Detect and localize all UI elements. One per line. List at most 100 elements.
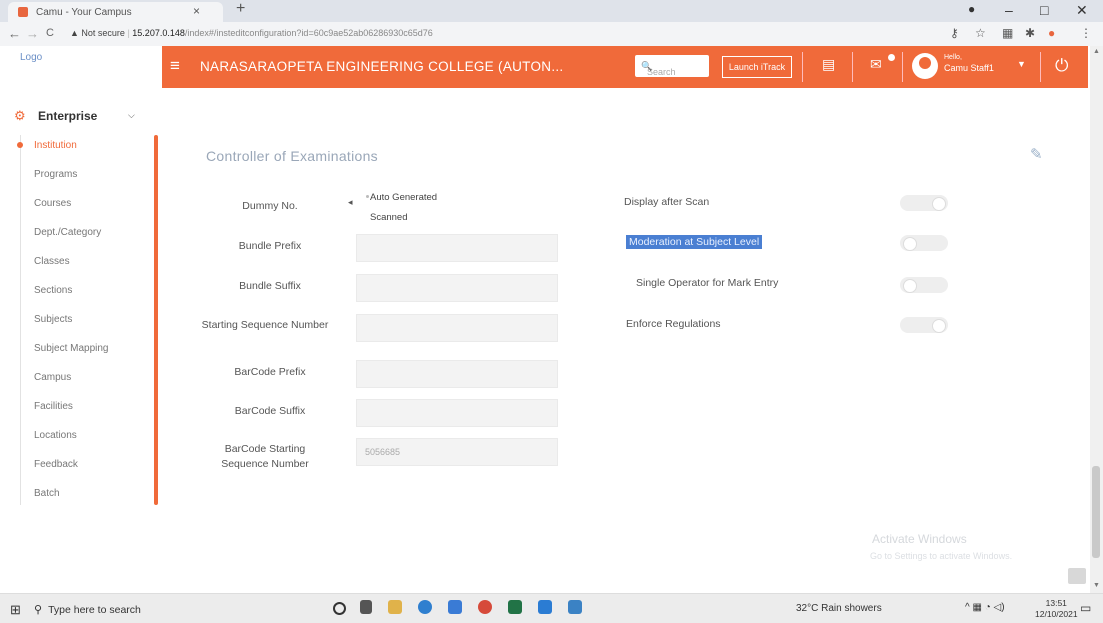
mail-icon[interactable]: ✉ bbox=[870, 56, 882, 73]
dummy-no-label: Dummy No. bbox=[242, 200, 298, 212]
profile-icon[interactable]: ● bbox=[968, 2, 975, 16]
windows-start-icon[interactable]: ⊞ bbox=[10, 602, 21, 618]
launch-itrack-button[interactable]: Launch iTrack bbox=[722, 56, 792, 78]
notifications-icon[interactable]: ▭ bbox=[1080, 601, 1091, 615]
hamburger-menu-icon[interactable]: ≡ bbox=[170, 56, 180, 76]
browser-tab[interactable]: Camu - Your Campus × bbox=[8, 2, 223, 22]
excel-icon[interactable] bbox=[508, 600, 522, 614]
reload-button[interactable]: C bbox=[46, 27, 54, 39]
security-indicator[interactable]: ▲ Not secure bbox=[70, 28, 125, 38]
close-window-button[interactable]: ✕ bbox=[1076, 2, 1088, 19]
moderation-subject-level-label: Moderation at Subject Level bbox=[626, 235, 763, 249]
puzzle-icon[interactable]: ✱ bbox=[1025, 26, 1035, 40]
app-icon[interactable] bbox=[538, 600, 552, 614]
user-name[interactable]: Camu Staff1 bbox=[944, 63, 994, 73]
radio-auto-generated[interactable] bbox=[366, 195, 369, 198]
bundle-prefix-label: Bundle Prefix bbox=[238, 240, 302, 252]
sidebar-item-classes[interactable]: Classes bbox=[34, 256, 70, 267]
extension-icon[interactable]: ▦ bbox=[1002, 26, 1013, 40]
sidebar-item-subject-mapping[interactable]: Subject Mapping bbox=[34, 343, 109, 354]
address-bar-row: ← → C ▲ Not secure | 15.207.0.148/index#… bbox=[0, 22, 1103, 46]
new-tab-button[interactable]: + bbox=[236, 0, 245, 18]
maximize-button[interactable]: □ bbox=[1040, 2, 1048, 18]
scroll-up-icon[interactable]: ▲ bbox=[1093, 48, 1100, 55]
more-menu-icon[interactable]: ⋮ bbox=[1080, 26, 1092, 40]
greeting: Hello, bbox=[944, 54, 962, 61]
toggle-knob bbox=[932, 197, 946, 211]
favicon-icon bbox=[18, 7, 28, 17]
url-field[interactable]: ▲ Not secure | 15.207.0.148/index#/inste… bbox=[70, 28, 433, 38]
display-after-scan-label: Display after Scan bbox=[624, 196, 710, 208]
back-button[interactable]: ← bbox=[8, 26, 21, 41]
barcode-starting-sequence-number-input[interactable]: 5056685 bbox=[356, 438, 558, 466]
moderation-subject-level-toggle[interactable] bbox=[900, 235, 948, 251]
option-auto-generated[interactable]: Auto Generated bbox=[370, 192, 437, 203]
sidebar-item-locations[interactable]: Locations bbox=[34, 430, 77, 441]
system-tray-icons[interactable]: ^ ▦ ◔ ◁) bbox=[965, 602, 1005, 613]
bundle-suffix-label: Bundle Suffix bbox=[239, 280, 301, 292]
activate-windows-hint: Go to Settings to activate Windows. bbox=[870, 551, 1013, 561]
scroll-down-icon[interactable]: ▼ bbox=[1093, 582, 1100, 589]
caret-left-icon: ◂ bbox=[348, 197, 353, 207]
search-icon: ⚲ bbox=[34, 604, 43, 616]
chrome-icon[interactable] bbox=[478, 600, 492, 614]
power-icon[interactable]: ⏻ bbox=[1055, 56, 1068, 76]
sidebar-item-programs[interactable]: Programs bbox=[34, 169, 77, 180]
star-icon[interactable]: ☆ bbox=[975, 26, 986, 40]
toggle-knob bbox=[932, 319, 946, 333]
key-icon[interactable]: ⚷ bbox=[950, 26, 959, 40]
option-scanned[interactable]: Scanned bbox=[370, 212, 408, 223]
sidebar-item-institution[interactable]: Institution bbox=[34, 140, 77, 151]
barcode-prefix-input[interactable] bbox=[356, 360, 558, 388]
file-explorer-icon[interactable] bbox=[388, 600, 402, 614]
minimize-button[interactable]: – bbox=[1005, 2, 1013, 18]
account-icon[interactable]: ● bbox=[1048, 26, 1055, 40]
browser-tab-bar: Camu - Your Campus × + ● – □ ✕ bbox=[0, 0, 1103, 22]
windows-taskbar: ⊞ ⚲ Type here to search 32°C Rain showers… bbox=[0, 593, 1103, 623]
starting-sequence-number-input[interactable] bbox=[356, 314, 558, 342]
store-icon[interactable] bbox=[448, 600, 462, 614]
edge-icon[interactable] bbox=[418, 600, 432, 614]
header-divider bbox=[902, 52, 903, 82]
sidebar-item-campus[interactable]: Campus bbox=[34, 372, 71, 383]
chat-widget-button[interactable] bbox=[1068, 568, 1086, 584]
sidebar-item-batch[interactable]: Batch bbox=[34, 488, 60, 499]
taskbar-search[interactable]: ⚲ Type here to search bbox=[34, 603, 141, 616]
single-operator-mark-entry-label: Single Operator for Mark Entry bbox=[636, 277, 779, 289]
edit-icon[interactable]: ✎ bbox=[1030, 145, 1043, 163]
sidebar-item-courses[interactable]: Courses bbox=[34, 198, 71, 209]
clock[interactable]: 13:51 12/10/2021 bbox=[1035, 598, 1078, 620]
barcode-suffix-label: BarCode Suffix bbox=[234, 405, 306, 417]
sidebar-item-subjects[interactable]: Subjects bbox=[34, 314, 72, 325]
barcode-prefix-label: BarCode Prefix bbox=[234, 366, 306, 378]
single-operator-mark-entry-toggle[interactable] bbox=[900, 277, 948, 293]
display-after-scan-toggle[interactable] bbox=[900, 195, 948, 211]
header-divider bbox=[852, 52, 853, 82]
sidebar-item-sections[interactable]: Sections bbox=[34, 285, 72, 296]
sidebar-item-facilities[interactable]: Facilities bbox=[34, 401, 73, 412]
sidebar-item-feedback[interactable]: Feedback bbox=[34, 459, 78, 470]
enforce-regulations-toggle[interactable] bbox=[900, 317, 948, 333]
starting-sequence-number-label: Starting Sequence Number bbox=[201, 319, 329, 331]
calendar-icon[interactable]: ▤ bbox=[822, 56, 835, 73]
tab-close-button[interactable]: × bbox=[193, 4, 200, 18]
forward-button[interactable]: → bbox=[26, 26, 39, 41]
toggle-knob bbox=[903, 279, 917, 293]
sidebar-item-dept-category[interactable]: Dept./Category bbox=[34, 227, 101, 238]
bundle-prefix-input[interactable] bbox=[356, 234, 558, 262]
weather-widget[interactable]: 32°C Rain showers bbox=[796, 603, 882, 614]
barcode-suffix-input[interactable] bbox=[356, 399, 558, 427]
page-scrollbar[interactable]: ▲ ▼ bbox=[1090, 46, 1103, 594]
bundle-suffix-input[interactable] bbox=[356, 274, 558, 302]
scroll-thumb[interactable] bbox=[1092, 466, 1100, 558]
active-indicator-dot bbox=[17, 142, 23, 148]
photos-icon[interactable] bbox=[568, 600, 582, 614]
cortana-icon[interactable] bbox=[333, 602, 346, 615]
task-view-icon[interactable] bbox=[360, 600, 372, 614]
chevron-down-icon[interactable]: ⌵ bbox=[128, 110, 135, 121]
avatar[interactable] bbox=[912, 53, 938, 79]
url-path: /index#/insteditconfiguration?id=60c9ae5… bbox=[184, 28, 433, 38]
chevron-down-icon[interactable]: ▼ bbox=[1017, 59, 1026, 69]
logo[interactable]: Logo bbox=[20, 52, 42, 63]
search-input[interactable]: 🔍 Search bbox=[635, 55, 709, 77]
